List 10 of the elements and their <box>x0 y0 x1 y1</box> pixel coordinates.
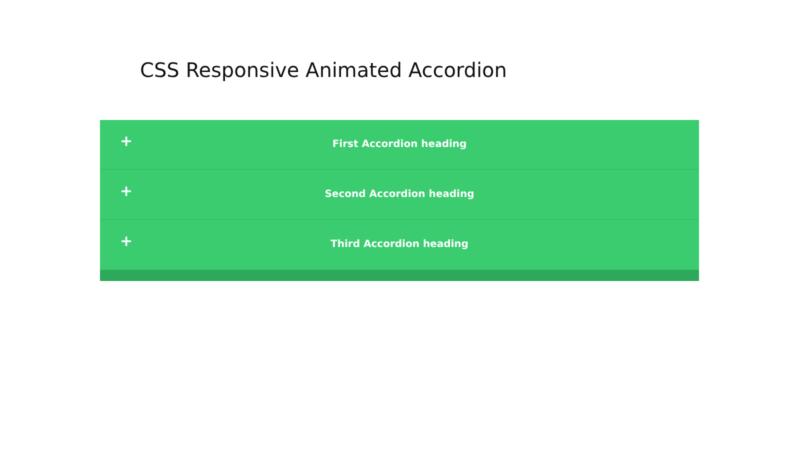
accordion-heading: Third Accordion heading <box>330 239 468 250</box>
page-title: CSS Responsive Animated Accordion <box>140 57 508 84</box>
accordion-header[interactable]: + Second Accordion heading <box>100 170 699 220</box>
accordion-header[interactable]: + First Accordion heading <box>100 120 699 170</box>
plus-icon: + <box>120 234 133 249</box>
accordion-heading: First Accordion heading <box>332 139 467 150</box>
plus-icon: + <box>120 184 133 199</box>
plus-icon: + <box>120 134 133 149</box>
accordion-header[interactable]: + Third Accordion heading <box>100 220 699 270</box>
accordion-heading: Second Accordion heading <box>324 189 474 200</box>
